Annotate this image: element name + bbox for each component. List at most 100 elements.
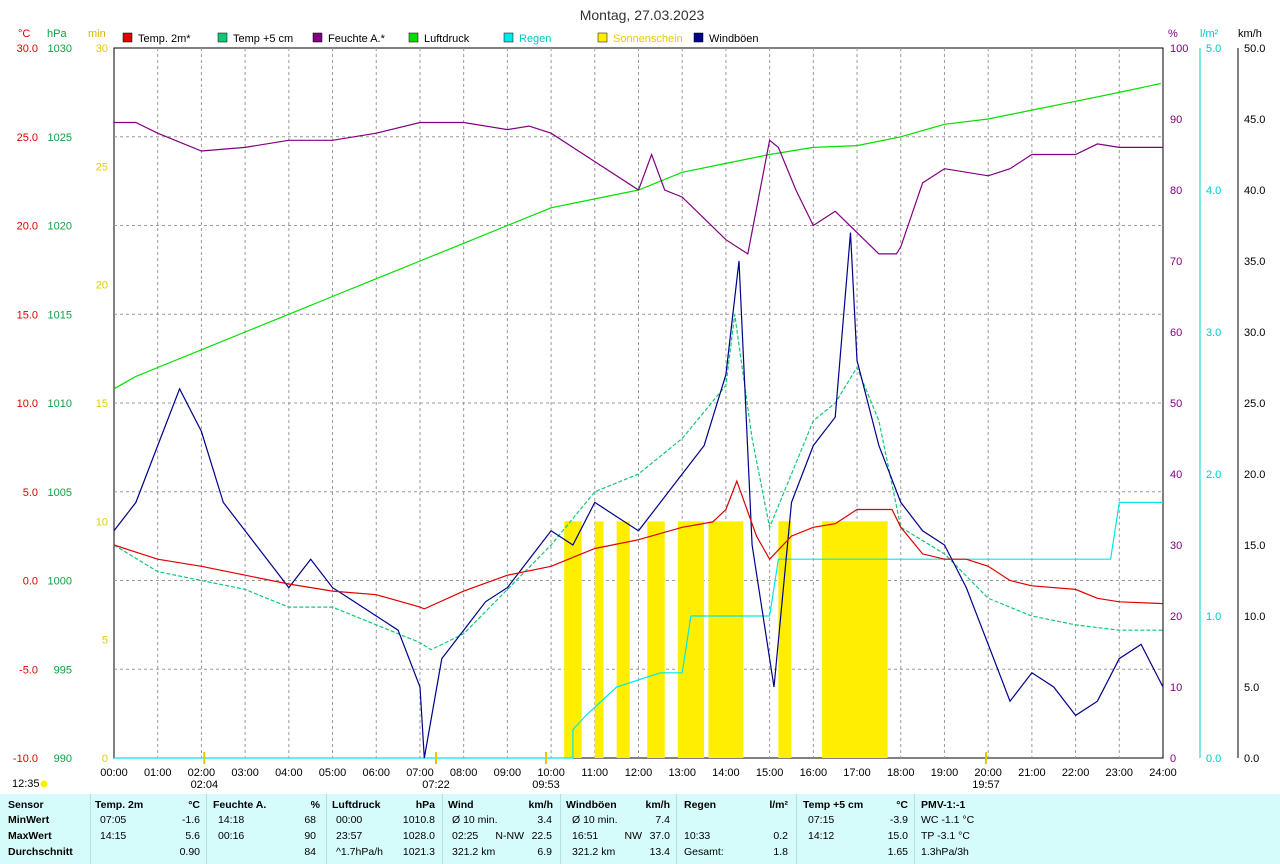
pressure-unit-label: hPa bbox=[47, 28, 67, 40]
pressure-tick-label: 1005 bbox=[48, 487, 72, 499]
minutes-tick-label: 30 bbox=[96, 43, 108, 55]
pressure-tick-label: 995 bbox=[54, 664, 72, 676]
summary-table: Sensor Temp. 2m °C Feuchte A.% Luftdruck hPa W… bbox=[0, 794, 1280, 864]
pressure-tick-label: 1015 bbox=[48, 309, 72, 321]
minutes-tick-label: 25 bbox=[96, 161, 108, 173]
header-wind: Wind bbox=[448, 799, 474, 811]
time-tick-label: 16:00 bbox=[800, 767, 828, 779]
rain-tick-label: 5.0 bbox=[1206, 43, 1221, 55]
legend-label: Feuchte A.* bbox=[328, 33, 386, 45]
legend-label: Temp. 2m* bbox=[138, 33, 191, 45]
pmv-value: TP -3.1 °C bbox=[921, 830, 970, 842]
time-tick-label: 24:00 bbox=[1149, 767, 1177, 779]
pressure-series-line bbox=[113, 82, 1161, 390]
chart-title: Montag, 27.03.2023 bbox=[580, 7, 705, 23]
wind-tick-label: 45.0 bbox=[1244, 114, 1265, 126]
humidity-tick-label: 20 bbox=[1170, 611, 1182, 623]
wind-value: 6.9 bbox=[537, 846, 552, 858]
humidity-tick-label: 10 bbox=[1170, 682, 1182, 694]
temp-tick-label: 20.0 bbox=[17, 221, 38, 233]
time-tick-label: 14:00 bbox=[712, 767, 740, 779]
header-feuchte-unit: % bbox=[310, 799, 320, 811]
time-tick-label: 17:00 bbox=[843, 767, 871, 779]
temp-tick-label: 15.0 bbox=[17, 309, 38, 321]
legend-swatch bbox=[217, 32, 228, 43]
time-tick-label: 01:00 bbox=[144, 767, 172, 779]
pressure-tick-label: 1020 bbox=[48, 221, 72, 233]
time-tick-label: 07:00 bbox=[406, 767, 434, 779]
row-label: MaxWert bbox=[8, 830, 52, 842]
temp2m-value: 0.90 bbox=[179, 846, 200, 858]
header-temp5-unit: °C bbox=[896, 799, 908, 811]
legend-swatch bbox=[122, 32, 133, 43]
weather-chart: Montag, 27.03.2023 Temp. 2m* Temp +5 cm Fe… bbox=[12, 7, 1265, 791]
rain-tick-label: 4.0 bbox=[1206, 185, 1221, 197]
wind-tick-label: 5.0 bbox=[1244, 682, 1259, 694]
pmv-value: WC -1.1 °C bbox=[921, 814, 975, 826]
moonrise-label: 02:04 bbox=[191, 779, 219, 791]
minutes-tick-label: 5 bbox=[102, 635, 108, 647]
sunshine-bar bbox=[594, 521, 604, 758]
humidity-tick-label: 100 bbox=[1170, 43, 1188, 55]
table-divider bbox=[796, 794, 797, 864]
boeen-label: 16:51 bbox=[572, 830, 599, 842]
temp2m-value: -1.6 bbox=[181, 814, 200, 826]
legend-label: Temp +5 cm bbox=[233, 33, 293, 45]
regen-value: 1.8 bbox=[773, 846, 788, 858]
table-divider bbox=[90, 794, 91, 864]
sunrise-label: 07:22 bbox=[422, 779, 450, 791]
wind-tick-label: 10.0 bbox=[1244, 611, 1265, 623]
boeen-label: 321.2 km bbox=[572, 846, 616, 858]
legend-swatch bbox=[312, 32, 323, 43]
luftdruck-value: 1021.3 bbox=[402, 846, 435, 858]
table-divider bbox=[676, 794, 677, 864]
moonset-label: 12:35 bbox=[12, 778, 40, 790]
regen-value: 0.2 bbox=[773, 830, 788, 842]
feuchte-value: 90 bbox=[304, 830, 316, 842]
feuchte-time: 00:16 bbox=[218, 830, 245, 842]
row-label: MinWert bbox=[8, 814, 50, 826]
temp-unit-label: °C bbox=[18, 28, 30, 40]
time-tick-label: 15:00 bbox=[756, 767, 784, 779]
luftdruck-time: 00:00 bbox=[336, 814, 363, 826]
humidity-tick-label: 80 bbox=[1170, 185, 1182, 197]
time-tick-label: 09:00 bbox=[494, 767, 522, 779]
minutes-tick-label: 20 bbox=[96, 280, 108, 292]
time-tick-label: 12:00 bbox=[625, 767, 653, 779]
temp-tick-label: 0.0 bbox=[23, 576, 38, 588]
sunshine-bar bbox=[822, 521, 888, 758]
wind-tick-label: 50.0 bbox=[1244, 43, 1265, 55]
boeen-label: Ø 10 min. bbox=[572, 814, 618, 826]
pressure-tick-label: 990 bbox=[54, 753, 72, 765]
humidity-tick-label: 0 bbox=[1170, 753, 1176, 765]
wind-tick-label: 35.0 bbox=[1244, 256, 1265, 268]
rain-tick-label: 2.0 bbox=[1206, 469, 1221, 481]
wind-tick-label: 0.0 bbox=[1244, 753, 1259, 765]
time-tick-label: 19:00 bbox=[931, 767, 959, 779]
header-temp2m: Temp. 2m bbox=[95, 799, 144, 811]
luftdruck-value: 1010.8 bbox=[402, 814, 435, 826]
time-tick-label: 10:00 bbox=[537, 767, 565, 779]
table-divider bbox=[206, 794, 207, 864]
humidity-tick-label: 40 bbox=[1170, 469, 1182, 481]
boeen-value: 7.4 bbox=[655, 814, 670, 826]
pmv-value: 1.3hPa/3h bbox=[921, 846, 969, 858]
rain-tick-label: 0.0 bbox=[1206, 753, 1221, 765]
feuchte-value: 84 bbox=[304, 846, 316, 858]
humidity-tick-label: 50 bbox=[1170, 398, 1182, 410]
time-tick-label: 04:00 bbox=[275, 767, 303, 779]
time-tick-label: 22:00 bbox=[1062, 767, 1090, 779]
moonset-icon bbox=[40, 780, 48, 788]
humidity-tick-label: 90 bbox=[1170, 114, 1182, 126]
time-tick-label: 00:00 bbox=[100, 767, 128, 779]
legend-label: Luftdruck bbox=[424, 33, 470, 45]
time-tick-label: 11:00 bbox=[581, 767, 608, 779]
wind-label: 02:25 bbox=[452, 830, 479, 842]
table-divider bbox=[914, 794, 915, 864]
t5-time: 07:15 bbox=[808, 814, 835, 826]
temp-tick-label: -5.0 bbox=[19, 664, 38, 676]
header-sensor: Sensor bbox=[8, 799, 44, 811]
minutes-tick-label: 0 bbox=[102, 753, 108, 765]
moon-culmination-label: 09:53 bbox=[532, 779, 560, 791]
sunshine-bar bbox=[616, 521, 630, 758]
